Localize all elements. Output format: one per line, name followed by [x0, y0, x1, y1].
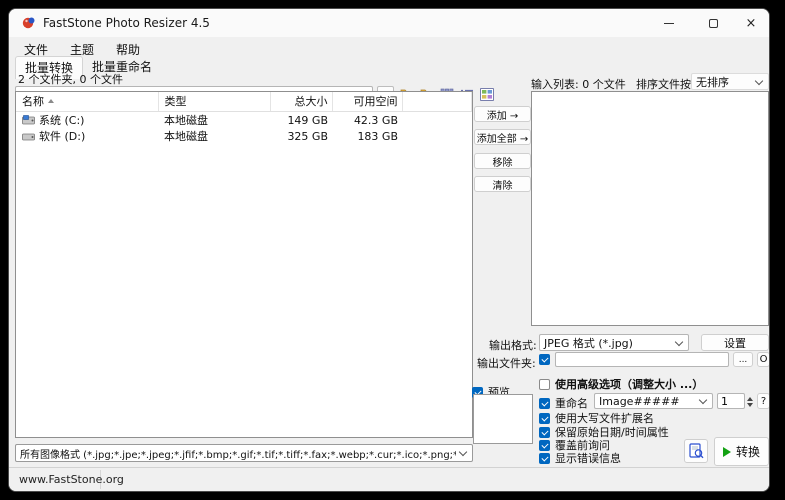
advanced-options-row: 使用高级选项（调整大小 ...） — [539, 376, 703, 392]
add-all-button[interactable]: 添加全部 → — [474, 129, 531, 145]
output-folder-label: 输出文件夹: — [477, 355, 535, 371]
close-icon: × — [746, 16, 757, 31]
file-filter-dropdown[interactable]: 所有图像格式 (*.jpg;*.jpe;*.jpeg;*.jfif;*.bmp;… — [15, 444, 473, 462]
status-url: www.FastStone.org — [15, 473, 124, 486]
status-url-cell: www.FastStone.org — [15, 470, 101, 489]
input-list-label: 输入列表: 0 个文件 — [531, 76, 626, 92]
input-file-list[interactable] — [531, 91, 769, 326]
drive-c-icon — [22, 115, 35, 126]
rename-row: 重命名 — [539, 395, 588, 411]
column-header-name[interactable]: 名称 — [16, 92, 158, 112]
rename-start-spinner[interactable] — [745, 394, 755, 409]
app-window: FastStone Photo Resizer 4.5 × 文件 主题 帮助 批… — [8, 8, 770, 492]
folder-count-label: 2 个文件夹, 0 个文件 — [18, 71, 123, 87]
column-header-type[interactable]: 类型 — [158, 92, 270, 112]
close-button[interactable]: × — [731, 9, 770, 37]
window-title: FastStone Photo Resizer 4.5 — [43, 16, 210, 30]
keep-date-checkbox[interactable] — [539, 427, 550, 438]
advanced-options-checkbox[interactable] — [539, 379, 550, 390]
output-folder-input[interactable] — [555, 352, 729, 367]
sort-by-label: 排序文件按: — [636, 76, 695, 92]
rename-start-input[interactable] — [717, 393, 745, 409]
output-format-dropdown[interactable]: JPEG 格式 (*.jpg) — [539, 334, 689, 351]
spinner-down-icon — [747, 403, 753, 407]
rename-pattern-dropdown[interactable]: Image##### — [594, 393, 713, 409]
output-folder-checkbox[interactable] — [539, 354, 550, 365]
chevron-down-icon — [755, 76, 763, 84]
drive-row-c[interactable]: 系统 (C:) 本地磁盘 149 GB 42.3 GB — [16, 112, 472, 129]
show-errors-row: 显示错误信息 — [539, 450, 621, 466]
settings-button[interactable]: 设置 — [701, 334, 769, 351]
drive-row-d[interactable]: 软件 (D:) 本地磁盘 325 GB 183 GB — [16, 128, 472, 144]
minimize-button[interactable] — [649, 9, 689, 37]
sort-by-dropdown[interactable]: 无排序 — [691, 73, 769, 90]
output-folder-browse-button[interactable]: ... — [733, 352, 753, 367]
clear-button[interactable]: 清除 — [474, 176, 531, 192]
chevron-down-icon — [699, 396, 707, 404]
column-header-blank — [402, 92, 472, 112]
spinner-up-icon — [747, 397, 753, 401]
column-header-size[interactable]: 总大小 — [270, 92, 332, 112]
drive-d-icon — [22, 131, 35, 142]
sort-ascending-icon — [48, 99, 54, 103]
show-errors-checkbox[interactable] — [539, 453, 550, 464]
play-icon — [723, 447, 731, 457]
convert-button[interactable]: 转换 — [714, 437, 769, 466]
status-bar: www.FastStone.org — [9, 467, 769, 491]
rename-help-button[interactable]: ? — [757, 393, 770, 409]
preview-result-button[interactable] — [684, 439, 708, 463]
document-magnifier-icon — [689, 443, 704, 459]
rename-checkbox[interactable] — [539, 398, 550, 409]
output-format-label: 输出格式: — [489, 337, 535, 353]
uppercase-ext-checkbox[interactable] — [539, 413, 550, 424]
remove-button[interactable]: 移除 — [474, 153, 531, 169]
add-button[interactable]: 添加 → — [474, 106, 531, 122]
browser-header-row: 名称 类型 总大小 可用空间 — [16, 92, 472, 112]
maximize-button[interactable] — [693, 9, 733, 37]
file-browser: 名称 类型 总大小 可用空间 系统 (C:) 本地磁盘 149 GB 42.3 … — [15, 91, 473, 438]
column-header-free[interactable]: 可用空间 — [332, 92, 402, 112]
chevron-down-icon — [459, 448, 467, 456]
output-folder-open-button[interactable]: O — [757, 352, 770, 367]
preview-pane — [473, 394, 533, 444]
maximize-icon — [709, 19, 718, 28]
ask-overwrite-checkbox[interactable] — [539, 440, 550, 451]
chevron-down-icon — [675, 337, 683, 345]
title-bar: FastStone Photo Resizer 4.5 × — [9, 9, 769, 37]
app-logo-icon — [22, 16, 36, 30]
minimize-icon — [664, 23, 674, 24]
thumbnails-view-icon[interactable] — [479, 86, 495, 102]
